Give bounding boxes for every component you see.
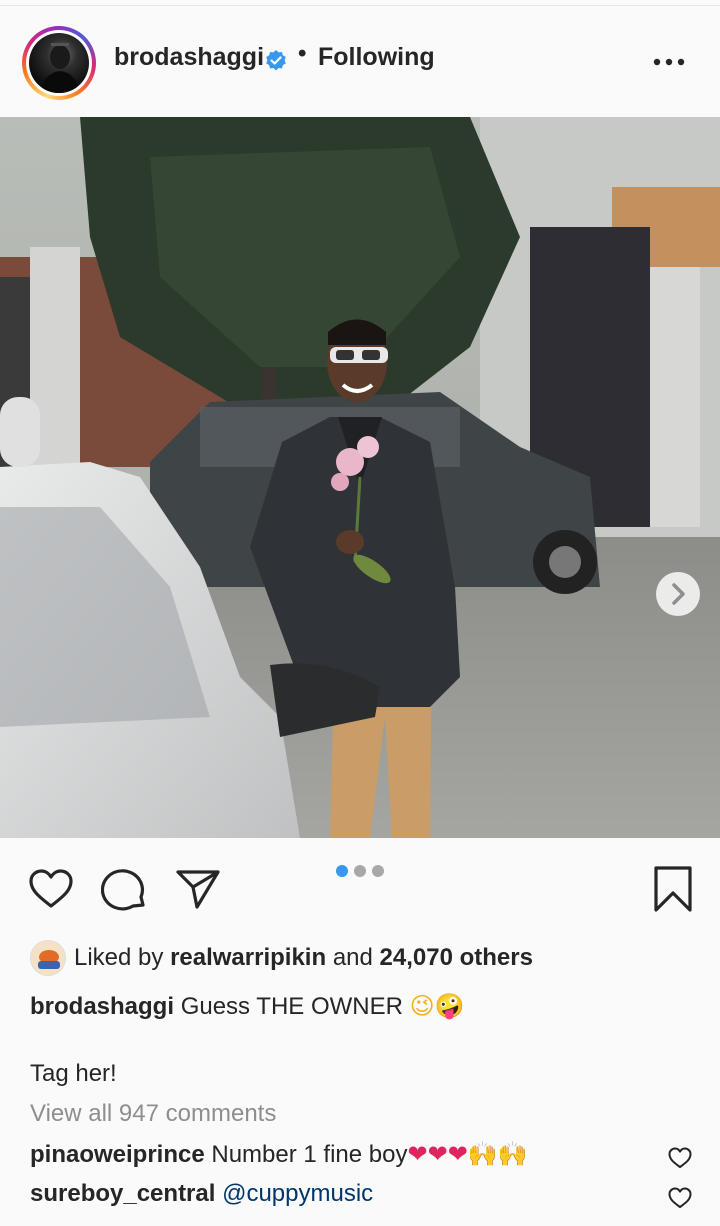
comment-username[interactable]: pinaoweiprince [30,1141,205,1168]
carousel-next-button[interactable] [656,572,700,616]
comment-like-heart-icon[interactable] [668,1187,692,1209]
comment-icon[interactable] [101,867,149,913]
post-header: brodashaggi • Following [0,6,720,117]
comment-username[interactable]: sureboy_central [30,1180,215,1207]
caption-text: Guess THE OWNER [180,993,403,1020]
carousel-dot-active [336,865,348,877]
comment-body: Number 1 fine boy [211,1141,408,1168]
chevron-right-icon [672,583,685,605]
liker-username[interactable]: realwarripikin [170,944,326,971]
comment-emojis: ❤❤❤🙌🙌 [407,1140,528,1168]
share-icon[interactable] [175,868,221,910]
comment-text: sureboy_central @cuppymusic [30,1180,373,1208]
caption-username[interactable]: brodashaggi [30,993,174,1020]
likes-summary[interactable]: Liked by realwarripikin and 24,070 other… [30,940,690,978]
comment-row: sureboy_central @cuppymusic [30,1180,700,1214]
likes-and: and [332,944,373,971]
following-button[interactable]: Following [318,43,435,72]
carousel-dot [354,865,366,877]
avatar[interactable] [29,33,89,93]
liker-avatar[interactable] [30,940,66,976]
bookmark-icon[interactable] [652,865,694,913]
caption-emojis: 😉🤪 [409,992,465,1020]
caption-line-2: Tag her! [30,1060,117,1087]
separator-dot: • [298,40,307,67]
post-actions [0,838,720,938]
heart-icon[interactable] [28,868,74,910]
comment-like-heart-icon[interactable] [668,1147,692,1169]
likes-count[interactable]: 24,070 others [380,944,533,971]
carousel-dot [372,865,384,877]
story-ring[interactable] [22,26,96,100]
likes-text: Liked by realwarripikin and 24,070 other… [74,944,533,972]
more-options-icon[interactable] [652,56,686,68]
post-photo[interactable] [0,117,720,838]
verified-badge-icon [266,50,286,71]
comment-text: pinaoweiprince Number 1 fine boy❤❤❤🙌🙌 [30,1140,528,1169]
likes-prefix: Liked by [74,944,164,971]
comment-row: pinaoweiprince Number 1 fine boy❤❤❤🙌🙌 [30,1140,700,1174]
username-link[interactable]: brodashaggi [114,43,264,72]
comment-mention-link[interactable]: @cuppymusic [222,1180,373,1207]
view-all-comments-link[interactable]: View all 947 comments [30,1100,276,1128]
carousel-indicator [336,865,388,879]
caption: brodashaggi Guess THE OWNER 😉🤪 [30,992,465,1021]
